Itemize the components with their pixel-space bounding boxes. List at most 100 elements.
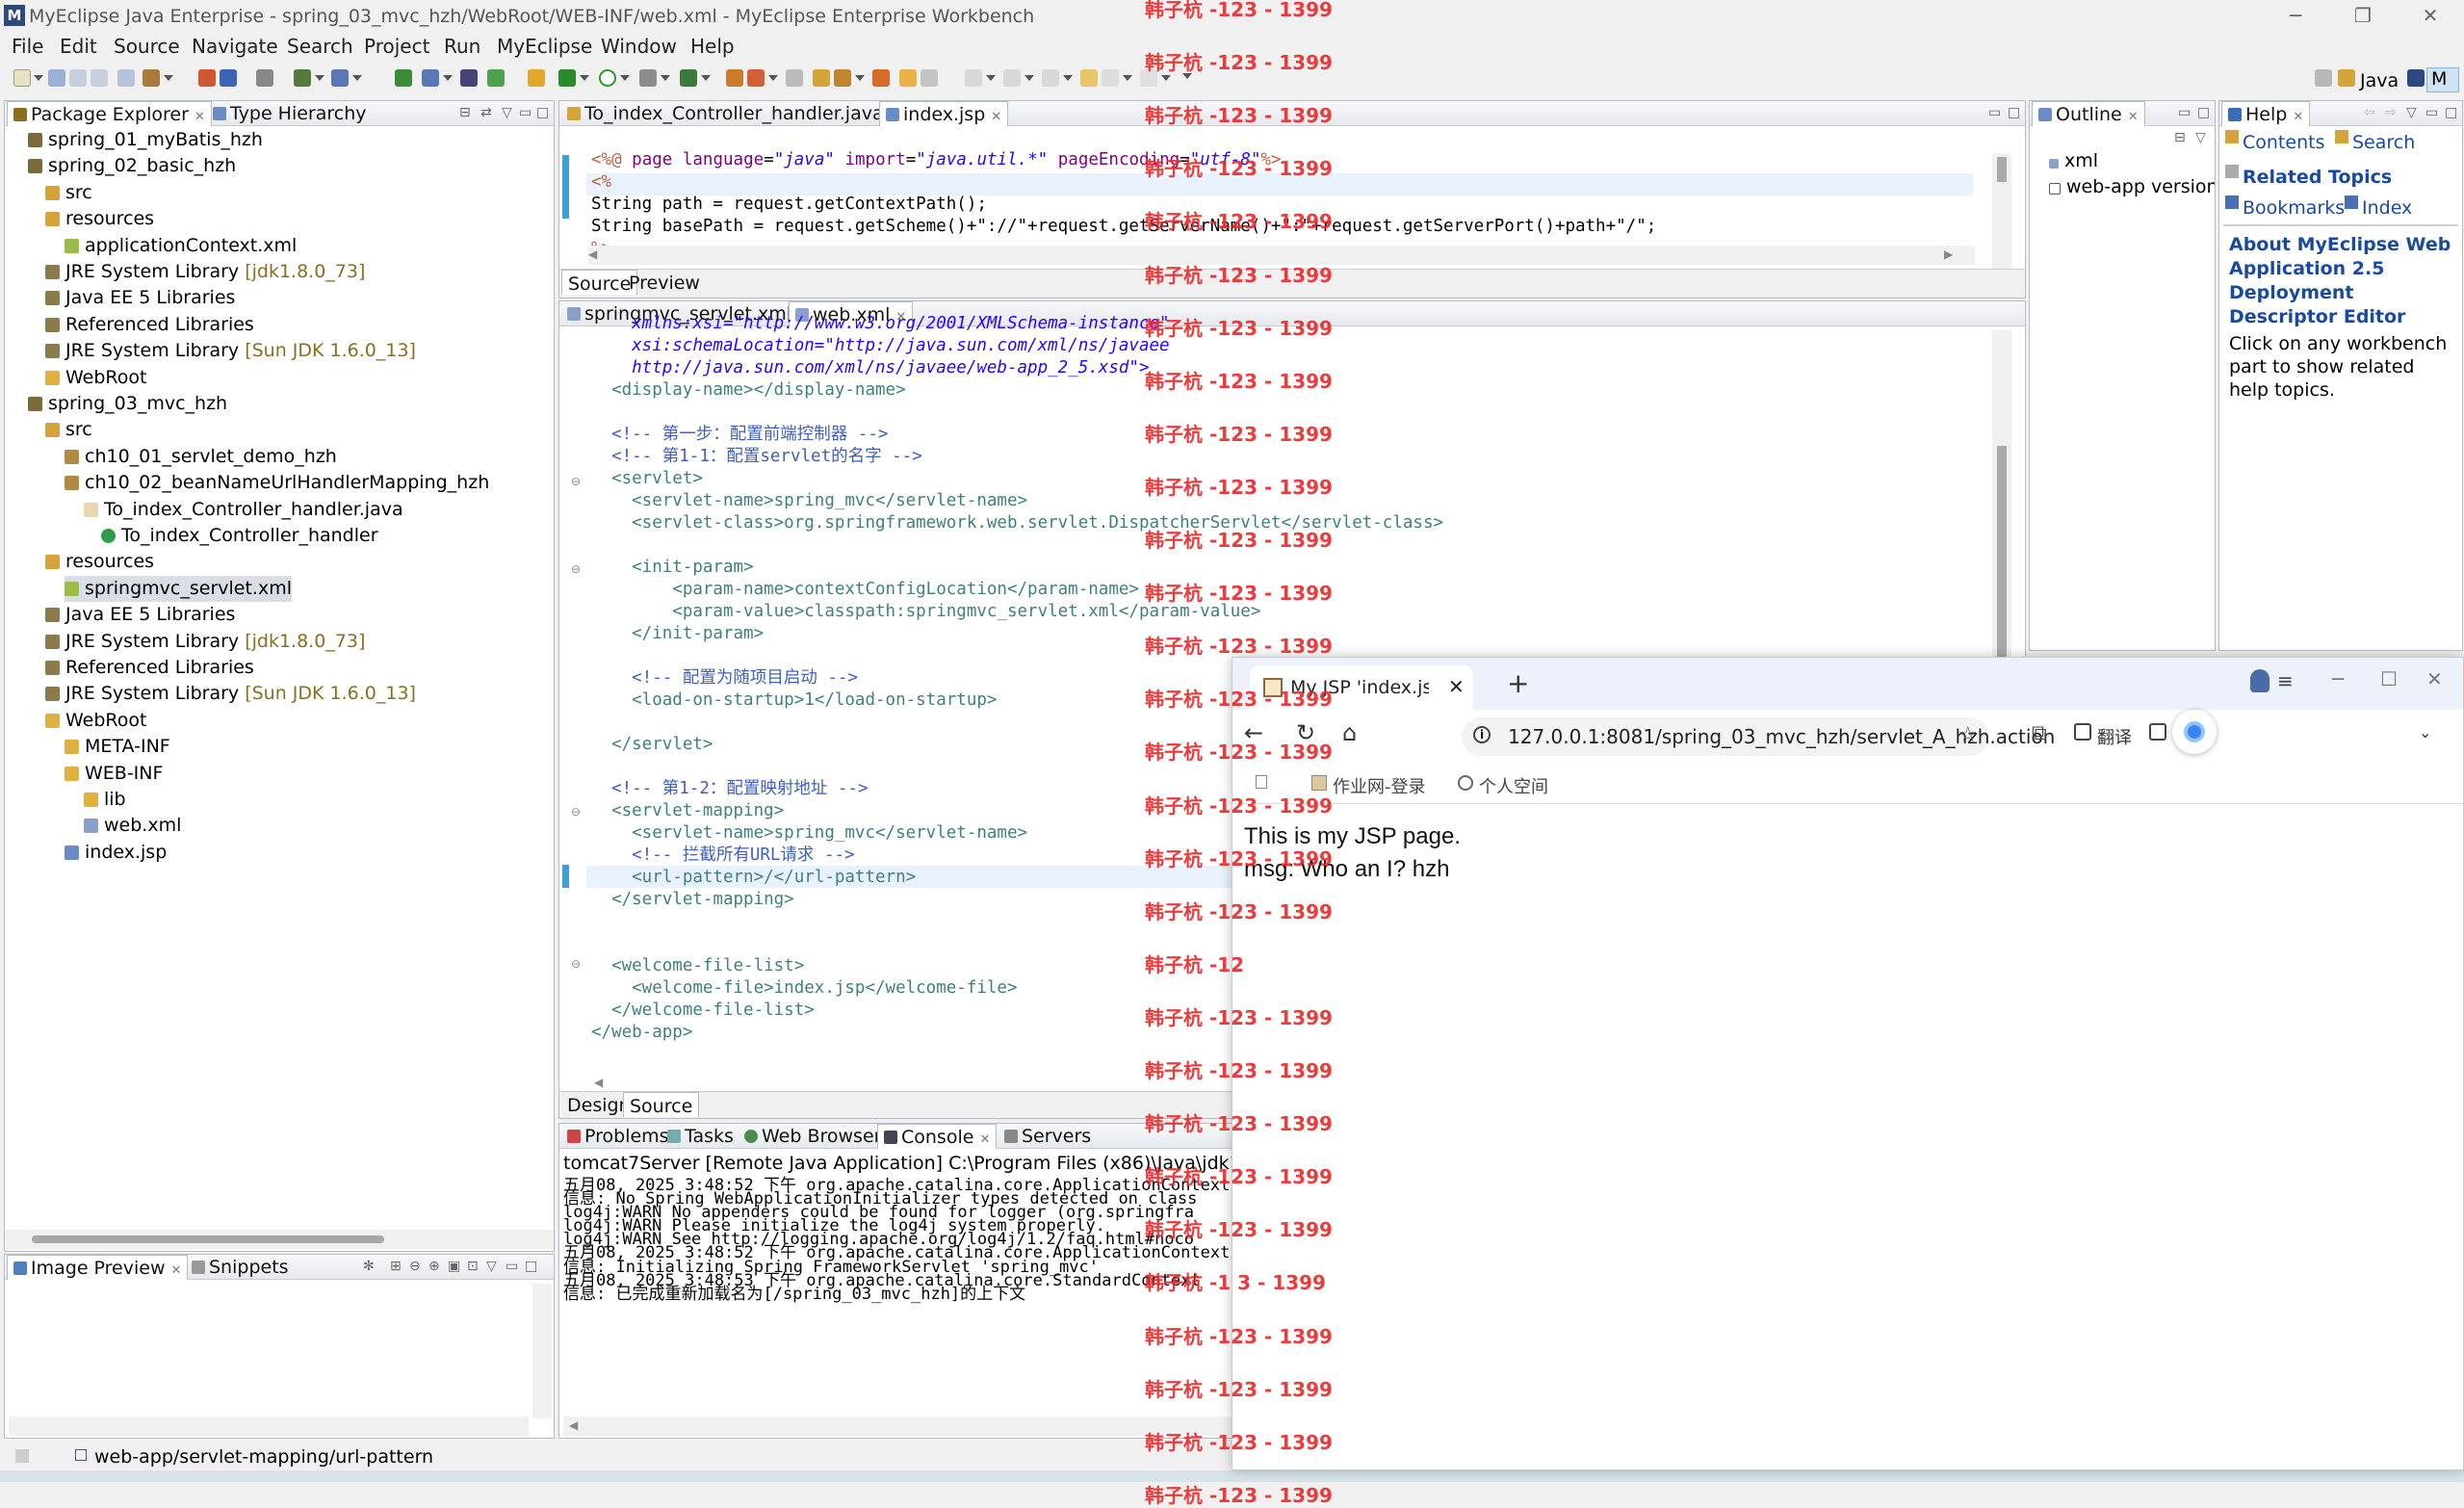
maximize-view-icon[interactable]: □	[2197, 105, 2210, 120]
tab-web-browser[interactable]: Web Browser	[739, 1124, 887, 1149]
reading-icon[interactable]	[2149, 723, 2166, 741]
close-icon[interactable]: ✕	[171, 1263, 182, 1278]
forward-icon[interactable]: ⇨	[2385, 105, 2397, 120]
tree-item[interactable]: lib	[84, 787, 126, 813]
tree-item[interactable]: JRE System Library [Sun JDK 1.6.0_13]	[45, 681, 416, 707]
tab-problems[interactable]: Problems	[561, 1124, 675, 1149]
tab-type-hierarchy[interactable]: Type Hierarchy	[207, 101, 373, 126]
myeclipse-perspective-label[interactable]: M	[2426, 67, 2459, 92]
save-all-icon[interactable]	[69, 69, 87, 87]
star-icon[interactable]: ☆	[1958, 723, 1978, 747]
help-search-link[interactable]: Search	[2352, 132, 2415, 153]
tree-item[interactable]: To_index_Controller_handler.java	[84, 497, 403, 523]
tree-item[interactable]: Java EE 5 Libraries	[45, 602, 235, 628]
new-web-project-icon[interactable]	[294, 69, 311, 87]
close-icon[interactable]: ✕	[2397, 0, 2464, 32]
close-icon[interactable]: ✕	[991, 110, 1001, 124]
new-icon[interactable]	[13, 69, 31, 87]
site-info-icon[interactable]: i	[1473, 726, 1491, 743]
open-console-icon[interactable]	[487, 69, 505, 87]
horizontal-scrollbar[interactable]	[5, 1230, 554, 1249]
outline-item-xml[interactable]: xml	[2049, 148, 2098, 174]
java-perspective-label[interactable]: Java	[2360, 70, 2399, 91]
maximize-view-icon[interactable]: □	[2008, 105, 2020, 120]
scroll-left-icon[interactable]: ◀	[569, 1418, 578, 1432]
actual-size-icon[interactable]: ▣	[448, 1259, 460, 1274]
open-file-icon[interactable]	[899, 69, 917, 87]
assistant-button[interactable]	[2172, 710, 2217, 754]
tree-item[interactable]: spring_03_mvc_hzh	[28, 391, 227, 417]
save-icon[interactable]	[48, 69, 65, 87]
last-edit-dropdown-icon[interactable]	[1063, 75, 1073, 81]
help-contents-link[interactable]: Contents	[2243, 132, 2324, 153]
zoom-out-icon[interactable]: ⊖	[409, 1259, 421, 1274]
menu-chevron-icon[interactable]: ⌄	[2419, 723, 2431, 741]
tab-outline[interactable]: Outline ✕	[2032, 101, 2145, 126]
open-type-icon[interactable]	[117, 69, 135, 87]
profile-icon[interactable]	[2250, 669, 2269, 692]
fold-icon[interactable]: ⊖	[571, 805, 581, 819]
gear-icon[interactable]: ✻	[363, 1259, 375, 1274]
menu-window[interactable]: Window	[601, 35, 677, 58]
java-perspective-icon[interactable]	[2338, 69, 2355, 87]
tree-item[interactable]: spring_01_myBatis_hzh	[28, 127, 263, 153]
restore-icon[interactable]: ❐	[2329, 0, 2397, 32]
run-last-dropdown-icon[interactable]	[661, 75, 670, 81]
menu-search[interactable]: Search	[287, 35, 353, 58]
tree-item[interactable]: WebRoot	[45, 708, 146, 734]
view-menu-icon[interactable]: ▽	[502, 105, 512, 120]
run-server-icon[interactable]	[395, 69, 412, 87]
help-index-link[interactable]: Index	[2362, 197, 2412, 219]
tree-item[interactable]: resources	[45, 206, 154, 232]
menu-file[interactable]: File	[12, 35, 43, 58]
tab-index-jsp[interactable]: index.jsp ✕	[879, 101, 1009, 126]
menu-edit[interactable]: Edit	[60, 35, 97, 58]
build-dropdown-icon[interactable]	[164, 75, 173, 81]
tree-item[interactable]: Java EE 5 Libraries	[45, 285, 235, 311]
fit-window-icon[interactable]: ⊡	[467, 1259, 479, 1274]
edit-icon[interactable]	[834, 69, 851, 87]
scrollbar-thumb[interactable]	[1997, 157, 2007, 182]
close-tab-icon[interactable]: ✕	[1448, 675, 1465, 698]
scroll-left-icon[interactable]: ◀	[594, 1076, 603, 1089]
tab-snippets[interactable]: Snippets	[186, 1255, 295, 1280]
tree-item[interactable]: src	[45, 417, 92, 443]
menu-run[interactable]: Run	[444, 35, 480, 58]
tab-image-preview[interactable]: Image Preview ✕	[7, 1255, 189, 1280]
minimize-icon[interactable]: ─	[2332, 667, 2344, 690]
annotation-icon[interactable]	[965, 69, 982, 87]
web-service-icon[interactable]	[460, 69, 478, 87]
tree-item[interactable]: WebRoot	[45, 365, 146, 391]
maximize-view-icon[interactable]: □	[536, 105, 549, 120]
new-dropdown-icon[interactable]	[34, 75, 43, 81]
minimize-view-icon[interactable]: ▭	[2425, 105, 2438, 120]
annotation-dropdown-icon[interactable]	[986, 75, 996, 81]
address-bar[interactable]: i 127.0.0.1:8081/spring_03_mvc_hzh/servl…	[1462, 717, 2055, 756]
open-folder-icon[interactable]	[813, 69, 830, 87]
horizontal-scrollbar[interactable]	[9, 1417, 529, 1436]
print-icon[interactable]	[91, 69, 108, 87]
back-icon[interactable]: ⇦	[2364, 105, 2375, 120]
maximize-view-icon[interactable]: □	[2445, 105, 2457, 120]
scroll-right-icon[interactable]: ▶	[1944, 247, 1953, 261]
tree-item[interactable]: To_index_Controller_handler	[101, 523, 378, 549]
build-icon[interactable]	[143, 69, 160, 87]
bookmark-personal-space[interactable]: 个人空间	[1479, 773, 1548, 798]
tab-source[interactable]: Source	[623, 1092, 700, 1117]
maximize-view-icon[interactable]: □	[525, 1259, 537, 1274]
translate-label[interactable]: 翻译	[2097, 724, 2132, 749]
view-menu-icon[interactable]: ▽	[2195, 130, 2206, 145]
help-related-topics-link[interactable]: Related Topics	[2243, 167, 2392, 188]
open-task-icon[interactable]	[786, 69, 803, 87]
debug-dropdown-icon[interactable]	[580, 75, 589, 81]
minimize-view-icon[interactable]: ▭	[1988, 105, 2001, 120]
extensions-icon[interactable]: ⧉	[2032, 721, 2047, 745]
run-last-icon[interactable]	[639, 69, 657, 87]
run-icon[interactable]	[599, 69, 616, 87]
zoom-fit-icon[interactable]: ⊞	[390, 1259, 402, 1274]
vertical-scrollbar[interactable]	[532, 1284, 552, 1418]
minimize-view-icon[interactable]: ▭	[506, 1259, 518, 1274]
scrollbar-thumb[interactable]	[32, 1235, 384, 1243]
debug-server-icon[interactable]	[256, 69, 273, 87]
debug-icon[interactable]	[558, 69, 576, 87]
